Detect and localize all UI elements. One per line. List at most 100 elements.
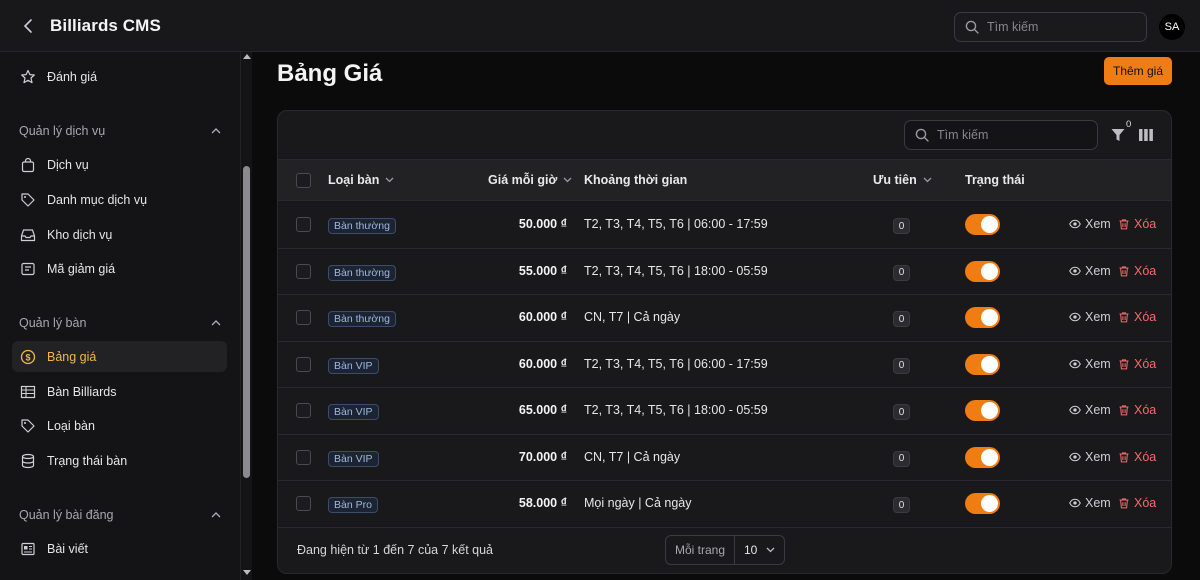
sidebar-item-billiard-tables[interactable]: Bàn Billiards — [12, 376, 227, 407]
trash-icon — [1119, 358, 1129, 369]
sidebar-item-service-categories[interactable]: Danh mục dịch vụ — [12, 184, 227, 215]
sidebar-group-tables[interactable]: Quản lý bàn — [19, 316, 221, 330]
sidebar-scrollbar[interactable] — [240, 52, 252, 580]
filter-icon[interactable] — [1110, 127, 1126, 143]
sidebar-item-table-status[interactable]: Trạng thái bàn — [12, 445, 227, 476]
status-toggle[interactable] — [965, 353, 1000, 375]
sidebar-item-reviews[interactable]: Đánh giá — [12, 61, 227, 92]
global-search[interactable] — [954, 12, 1147, 42]
view-label: Xem — [1085, 356, 1111, 371]
add-price-button[interactable]: Thêm giá — [1104, 57, 1172, 85]
delete-label: Xóa — [1134, 496, 1157, 510]
svg-text:$: $ — [25, 352, 30, 362]
per-page-select[interactable]: 10 — [735, 543, 784, 557]
view-button[interactable]: Xem — [1069, 357, 1111, 371]
eye-icon — [1069, 452, 1081, 461]
table-search-input[interactable] — [937, 128, 1077, 142]
row-checkbox[interactable] — [296, 217, 311, 232]
delete-label: Xóa — [1134, 217, 1157, 231]
eye-icon — [1069, 405, 1081, 415]
inbox-icon — [19, 226, 37, 244]
delete-button[interactable]: Xóa — [1118, 450, 1156, 464]
back-arrow-icon[interactable] — [18, 16, 38, 36]
sidebar-group-services[interactable]: Quản lý dịch vụ — [19, 124, 221, 138]
view-button[interactable]: Xem — [1069, 217, 1111, 231]
sidebar-group-posts[interactable]: Quản lý bài đăng — [19, 508, 221, 522]
delete-label: Xóa — [1134, 403, 1157, 417]
table-row: Bàn Pro 58.000 ₫ Mọi ngày | Cả ngày 0 Xem Xóa — [278, 481, 1171, 528]
hourly-price: 65.000 ₫ — [518, 403, 567, 417]
trash-icon — [1119, 265, 1129, 276]
sidebar-item-service-inventory[interactable]: Kho dịch vụ — [12, 219, 227, 250]
sidebar-item-label: Bàn Billiards — [47, 384, 117, 399]
tag-icon — [19, 191, 37, 209]
status-toggle[interactable] — [965, 307, 1000, 328]
avatar[interactable]: SA — [1159, 14, 1185, 40]
view-button[interactable]: Xem — [1069, 403, 1111, 417]
status-toggle[interactable] — [965, 493, 1000, 514]
column-header-label: Ưu tiên — [873, 173, 917, 187]
time-period: CN, T7 | Cả ngày — [584, 449, 681, 464]
row-checkbox[interactable] — [296, 449, 311, 465]
scrollbar-thumb[interactable] — [243, 166, 250, 478]
table-type-badge: Bàn VIP — [328, 450, 379, 467]
hourly-price: 70.000 ₫ — [518, 449, 567, 464]
column-header-priority[interactable]: Ưu tiên — [873, 173, 932, 187]
table-search[interactable] — [904, 120, 1098, 150]
sidebar-item-services[interactable]: Dịch vụ — [12, 149, 227, 180]
scroll-down-arrow-icon[interactable] — [243, 570, 251, 575]
delete-button[interactable]: Xóa — [1118, 403, 1156, 417]
chevron-down-icon — [923, 177, 932, 183]
dollar-circle-icon: $ — [19, 348, 37, 366]
column-header-price[interactable]: Giá mỗi giờ — [488, 173, 572, 187]
view-button[interactable]: Xem — [1069, 310, 1111, 324]
row-checkbox[interactable] — [296, 356, 311, 372]
sidebar-item-articles[interactable]: Bài viết — [12, 533, 227, 564]
time-period: Mọi ngày | Cả ngày — [584, 496, 692, 510]
scroll-up-arrow-icon[interactable] — [243, 54, 251, 59]
view-label: Xem — [1085, 310, 1111, 324]
app-title: Billiards CMS — [50, 16, 161, 35]
chevron-down-icon — [385, 177, 394, 183]
delete-button[interactable]: Xóa — [1118, 310, 1156, 324]
delete-button[interactable]: Xóa — [1118, 496, 1156, 510]
status-toggle[interactable] — [965, 260, 1000, 282]
view-button[interactable]: Xem — [1069, 264, 1111, 278]
row-checkbox[interactable] — [296, 263, 311, 279]
chevron-down-icon — [766, 547, 775, 553]
column-header-label: Trạng thái — [965, 173, 1025, 187]
view-button[interactable]: Xem — [1069, 496, 1111, 510]
trash-icon — [1119, 405, 1129, 416]
view-button[interactable]: Xem — [1069, 450, 1111, 464]
priority-badge: 0 — [893, 497, 910, 513]
eye-icon — [1069, 359, 1081, 368]
sidebar-item-discount-codes[interactable]: Mã giảm giá — [12, 253, 227, 284]
status-toggle[interactable] — [965, 446, 1000, 468]
delete-button[interactable]: Xóa — [1118, 264, 1156, 278]
select-all-checkbox[interactable] — [296, 173, 311, 188]
toggle-knob — [981, 402, 998, 419]
view-label: Xem — [1085, 496, 1111, 510]
global-search-input[interactable] — [987, 20, 1127, 34]
sidebar-item-price-list[interactable]: $ Bảng giá — [12, 341, 227, 372]
delete-button[interactable]: Xóa — [1118, 217, 1156, 231]
row-checkbox[interactable] — [296, 496, 311, 511]
priority-badge: 0 — [893, 264, 910, 281]
table-type-badge: Bàn thường — [328, 264, 396, 281]
trash-icon — [1119, 312, 1129, 323]
time-period: T2, T3, T4, T5, T6 | 06:00 - 17:59 — [584, 217, 768, 231]
toggle-knob — [981, 216, 998, 233]
status-toggle[interactable] — [965, 400, 1000, 421]
column-header-type[interactable]: Loại bàn — [328, 173, 394, 187]
ticket-icon — [19, 260, 37, 278]
delete-button[interactable]: Xóa — [1118, 357, 1156, 371]
sidebar-item-table-types[interactable]: Loại bàn — [12, 410, 227, 441]
table-type-badge: Bàn thường — [328, 311, 396, 327]
columns-icon[interactable] — [1138, 128, 1154, 142]
table-row: Bàn thường 55.000 ₫ T2, T3, T4, T5, T6 | 1… — [278, 249, 1171, 295]
chevron-down-icon — [563, 177, 572, 183]
row-checkbox[interactable] — [296, 310, 311, 325]
row-checkbox[interactable] — [296, 403, 311, 418]
delete-label: Xóa — [1134, 356, 1157, 371]
status-toggle[interactable] — [965, 214, 1000, 235]
